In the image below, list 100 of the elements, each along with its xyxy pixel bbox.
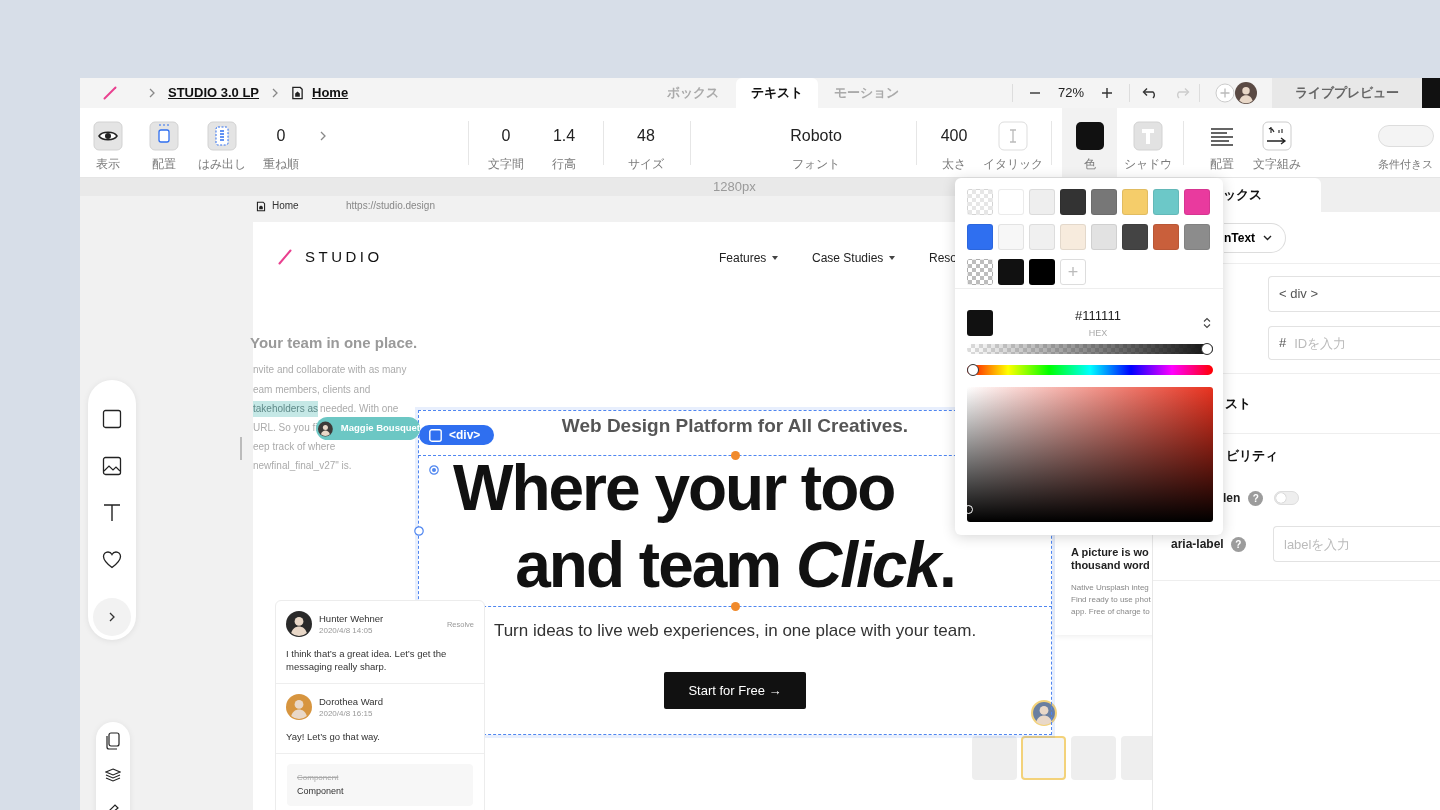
value-control[interactable]: 48 サイズ bbox=[613, 108, 679, 177]
color-swatch[interactable] bbox=[967, 189, 993, 215]
current-color-swatch bbox=[967, 310, 993, 336]
color-swatch[interactable] bbox=[1122, 189, 1148, 215]
color-swatch-icon bbox=[1075, 122, 1104, 150]
color-swatch[interactable] bbox=[1029, 224, 1055, 250]
value-control[interactable]: 0 文字間 bbox=[476, 108, 536, 177]
align-left-button[interactable]: 配置 bbox=[1194, 108, 1250, 177]
deleted-text: Component bbox=[297, 772, 340, 783]
id-prefix: # bbox=[1279, 334, 1287, 353]
color-swatch[interactable] bbox=[1091, 189, 1117, 215]
thumbnail[interactable] bbox=[972, 736, 1017, 780]
comment-text: Yay! Let’s go that way. bbox=[286, 730, 381, 743]
text-tool-icon[interactable] bbox=[102, 503, 122, 523]
suggested-text: Component bbox=[297, 785, 345, 798]
placement-button[interactable]: 配置 bbox=[136, 108, 192, 177]
color-format-label: HEX bbox=[1088, 326, 1108, 339]
conditional-toggle[interactable]: 条件付きス bbox=[1378, 108, 1434, 177]
page-link[interactable]: Home bbox=[312, 83, 349, 103]
color-swatch[interactable] bbox=[1153, 189, 1179, 215]
opacity-slider[interactable] bbox=[967, 343, 1213, 355]
resize-handle[interactable] bbox=[414, 526, 424, 536]
expand-button[interactable] bbox=[93, 598, 131, 636]
overflow-button[interactable]: はみ出し bbox=[192, 108, 252, 177]
id-field[interactable]: IDを入力 bbox=[1294, 327, 1440, 359]
color-swatch[interactable] bbox=[998, 259, 1024, 285]
id-field-box[interactable]: # IDを入力 bbox=[1268, 326, 1440, 360]
body-text: newfinal_final_v27" is. bbox=[253, 459, 352, 473]
saturation-picker[interactable] bbox=[967, 387, 1213, 522]
pages-icon[interactable] bbox=[105, 732, 121, 750]
comment-time: 2020/4/8 14:05 bbox=[319, 625, 374, 636]
color-swatch[interactable] bbox=[1122, 224, 1148, 250]
card-title: A picture is wo bbox=[1071, 546, 1150, 559]
text-direction-icon bbox=[1262, 121, 1292, 151]
resize-handle[interactable] bbox=[240, 437, 242, 460]
logo-icon bbox=[103, 86, 117, 100]
chevron-right-icon bbox=[108, 612, 116, 622]
page-url: https://studio.design bbox=[346, 199, 435, 213]
zoom-level: 72% bbox=[1057, 84, 1085, 103]
section-title: スト bbox=[1225, 394, 1251, 413]
section-heading: Your team in one place. bbox=[250, 334, 418, 352]
editor-tab[interactable]: テキスト bbox=[736, 78, 818, 108]
color-swatch[interactable] bbox=[1184, 189, 1210, 215]
color-swatch[interactable] bbox=[998, 224, 1024, 250]
action-button[interactable] bbox=[1422, 78, 1440, 108]
color-swatch[interactable] bbox=[1091, 224, 1117, 250]
up-down-icon[interactable] bbox=[1203, 317, 1211, 329]
color-swatch[interactable] bbox=[1060, 189, 1086, 215]
logo-icon bbox=[278, 249, 292, 265]
rectangle-tool-icon[interactable] bbox=[102, 409, 122, 429]
tag-dropdown[interactable]: nText bbox=[1224, 222, 1286, 253]
value-control[interactable]: 0 重ね順 bbox=[252, 108, 310, 177]
spacing-handle[interactable] bbox=[731, 602, 740, 611]
color-swatch[interactable] bbox=[1029, 189, 1055, 215]
card-text: Find ready to use phot bbox=[1071, 594, 1152, 606]
plus-icon bbox=[1101, 87, 1113, 99]
eye-icon bbox=[93, 121, 123, 151]
spacing-handle[interactable] bbox=[731, 451, 740, 460]
color-swatch[interactable] bbox=[1153, 224, 1179, 250]
nav-link[interactable]: Case Studies bbox=[812, 250, 896, 266]
user-avatar bbox=[286, 611, 312, 637]
project-link[interactable]: STUDIO 3.0 LP bbox=[168, 83, 260, 103]
thumbnail[interactable] bbox=[1021, 736, 1066, 780]
chevron-right-icon bbox=[271, 88, 280, 98]
heart-icon[interactable] bbox=[102, 550, 122, 570]
slider-thumb[interactable] bbox=[1201, 343, 1213, 355]
cta-button[interactable]: Start for Free → bbox=[664, 672, 806, 709]
italic-button[interactable]: イタリック bbox=[982, 108, 1044, 177]
highlighted-text: takeholders as bbox=[253, 401, 319, 417]
nav-link[interactable]: Features bbox=[719, 250, 779, 266]
section-title: ビリティ bbox=[1226, 447, 1278, 466]
italic-icon bbox=[998, 121, 1028, 151]
hidden-toggle[interactable] bbox=[1274, 491, 1300, 505]
slider-thumb[interactable] bbox=[967, 364, 979, 376]
overflow-icon bbox=[207, 121, 237, 151]
add-user-icon[interactable] bbox=[1215, 83, 1235, 103]
color-swatch[interactable] bbox=[967, 259, 993, 285]
eye-button[interactable]: 表示 bbox=[80, 108, 136, 177]
hex-value-field[interactable]: #111111 bbox=[1075, 307, 1121, 324]
element-tag-button[interactable]: <div> bbox=[419, 425, 494, 445]
hue-slider[interactable] bbox=[967, 364, 1213, 376]
layers-icon[interactable] bbox=[105, 768, 121, 782]
caret-down-icon bbox=[772, 256, 779, 260]
value-control[interactable]: 400 太さ bbox=[926, 108, 982, 177]
comment-text: I think that’s a great idea. Let’s get the messaging really sharp. bbox=[286, 647, 448, 673]
color-swatch[interactable] bbox=[967, 224, 993, 250]
value-control[interactable]: Roboto フォント bbox=[716, 108, 916, 177]
value-control[interactable]: 1.4 行高 bbox=[536, 108, 592, 177]
tag-field[interactable]: < div > bbox=[1268, 276, 1440, 312]
square-icon bbox=[429, 428, 442, 442]
text-direction-button[interactable]: 文字組み bbox=[1250, 108, 1304, 177]
page-name: Home bbox=[272, 199, 299, 213]
live-preview-button[interactable]: ライブプレビュー bbox=[1272, 78, 1422, 108]
image-tool-icon[interactable] bbox=[102, 456, 122, 476]
color-swatch[interactable] bbox=[1060, 224, 1086, 250]
color-swatch[interactable] bbox=[1029, 259, 1055, 285]
shadow-button[interactable]: シャドウ bbox=[1120, 108, 1176, 177]
color-swatch[interactable] bbox=[1184, 224, 1210, 250]
color-button[interactable]: 色 bbox=[1062, 108, 1117, 177]
shadow-icon bbox=[1133, 121, 1163, 151]
